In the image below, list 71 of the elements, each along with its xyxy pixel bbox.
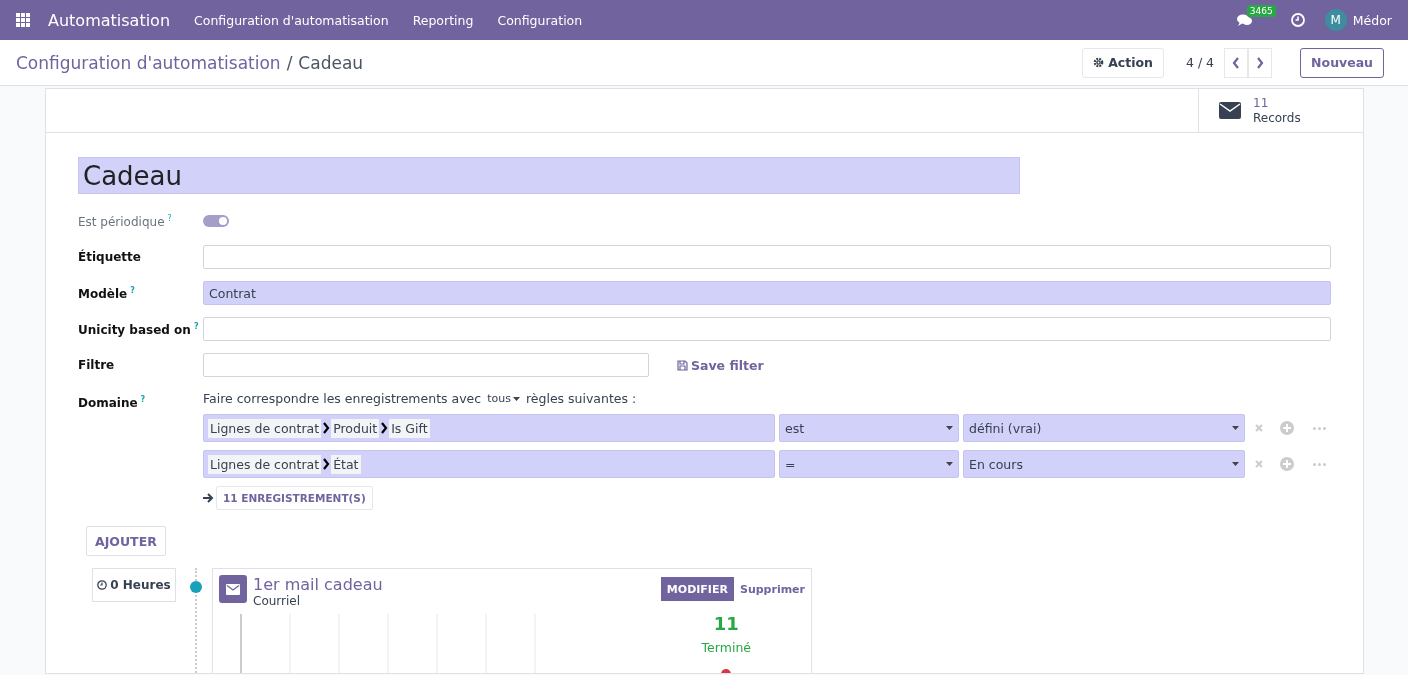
more-icon[interactable] [1312,462,1326,466]
domain-intro-text: Faire correspondre les enregistrements avec [203,391,482,406]
input-field[interactable] [203,353,649,377]
field-label: Domaine $^{?}$ [78,396,146,410]
match-dropdown[interactable]: tous [487,392,520,405]
delay-label: 0 Heures [92,568,176,602]
menu-item[interactable]: Configuration d'automatisation [194,12,389,28]
caret-icon [946,426,953,430]
user-avatar[interactable]: M [1324,9,1347,31]
chat-icon[interactable] [1236,13,1253,27]
plus-circle-icon[interactable] [1280,457,1294,471]
name-field[interactable]: Cadeau [78,157,1020,194]
value-select[interactable]: En cours [963,450,1245,478]
envelope-icon [219,575,247,603]
delete-link[interactable]: Supprimer [739,582,805,596]
timeline-dot [190,581,202,593]
domain-suffix-text: règles suivantes : [525,391,637,406]
modify-button[interactable]: MODIFIER [660,577,734,601]
activity-type: Courriel [253,594,302,608]
input-field[interactable] [203,317,1331,341]
plus-circle-icon[interactable] [1280,421,1294,435]
pager-value: 4 / 4 [1186,55,1215,70]
menu-item[interactable]: Configuration [497,12,583,28]
caret-icon [1232,426,1239,430]
new-button[interactable]: Nouveau [1300,47,1384,78]
chevron-right-icon [322,458,331,470]
message-count-badge: 3465 [1246,5,1276,17]
input-field[interactable] [203,245,1331,269]
previous-button[interactable] [1224,47,1249,78]
records-button[interactable]: 11 ENREGISTREMENT(S) [216,486,373,510]
action-button[interactable]: Action [1082,47,1164,78]
chevron-right-icon [380,422,389,434]
activity-title: 1er mail cadeau [253,575,383,594]
apps-grid-icon[interactable] [16,13,30,27]
field-label: Unicity based on $^{?}$ [78,321,200,337]
clock-icon [97,580,108,590]
gear-icon [1093,57,1105,68]
more-icon[interactable] [1312,426,1326,430]
breadcrumb-link[interactable]: Configuration d'automatisation [16,52,281,73]
menu-item[interactable]: Reporting [412,12,474,28]
value-select[interactable]: défini (vrai) [963,414,1245,442]
chevron-right-icon [322,422,331,434]
field-label: Est périodique $^{?}$ [78,213,173,229]
envelope-icon [1219,102,1241,119]
done-count: 11 [713,613,739,634]
close-icon[interactable] [1255,460,1263,468]
done-status: Terminé [701,640,751,655]
user-name[interactable]: Médor [1352,12,1392,28]
add-button[interactable]: AJOUTER [86,526,166,556]
field-path-selector[interactable]: Lignes de contrat Produit Is Gift [203,414,775,442]
chevron-right-icon [1256,56,1265,69]
field-label: Filtre [78,358,116,372]
close-icon[interactable] [1255,424,1263,432]
caret-icon [946,462,953,466]
breadcrumb-separator: / [286,52,293,73]
breadcrumb-current: Cadeau [298,52,364,73]
next-button[interactable] [1248,47,1273,78]
field-path-selector[interactable]: Lignes de contrat État [203,450,775,478]
input-field[interactable]: Contrat [203,281,1331,305]
operator-select[interactable]: est [779,414,959,442]
arrow-right-icon [203,493,214,503]
toggle-switch[interactable] [203,215,229,227]
operator-select[interactable]: = [779,450,959,478]
clock-icon[interactable] [1290,13,1305,27]
field-label: Étiquette [78,250,142,264]
chevron-left-icon [1232,56,1241,69]
caret-icon [1232,462,1239,466]
app-title[interactable]: Automatisation [48,10,171,30]
field-label: Modèle $^{?}$ [78,285,136,301]
caret-icon [512,396,520,401]
save-filter-link[interactable]: Save filter [677,357,764,373]
